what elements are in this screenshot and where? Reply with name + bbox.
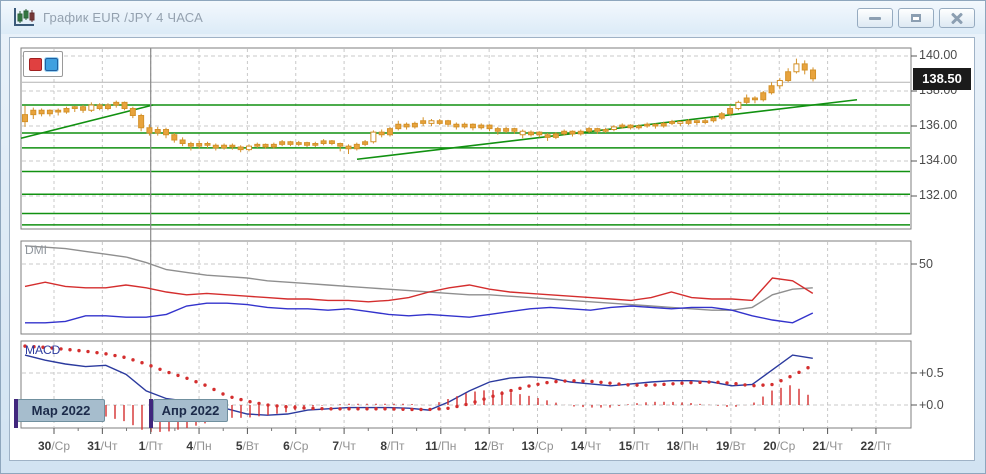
x-axis-label: 5/Вт xyxy=(236,439,259,453)
x-axis-label: 15/Пт xyxy=(619,439,650,453)
current-price-badge: 138.50 xyxy=(913,68,971,90)
x-axis-label: 11/Пн xyxy=(425,439,456,453)
x-axis-label: 4/Пн xyxy=(186,439,211,453)
x-axis-label: 20/Ср xyxy=(763,439,795,453)
restore-icon xyxy=(911,14,921,22)
x-axis-label: 18/Пн xyxy=(667,439,699,453)
x-axis-label: 8/Пт xyxy=(380,439,404,453)
chart-content xyxy=(9,37,975,461)
macd-scale-zero: +0.0 xyxy=(919,398,944,412)
x-axis-label: 1/Пт xyxy=(139,439,163,453)
dmi-indicator-label: DMI xyxy=(25,243,47,257)
x-axis-label: 7/Чт xyxy=(332,439,356,453)
x-axis-label: 31/Чт xyxy=(87,439,117,453)
macd-indicator-label: MACD xyxy=(25,343,60,357)
window-title: График EUR /JPY 4 ЧАСА xyxy=(43,10,203,25)
price-tick-label: 134.00 xyxy=(919,153,957,167)
x-axis-label: 13/Ср xyxy=(521,439,553,453)
price-tick-label: 132.00 xyxy=(919,188,957,202)
month-start-marker xyxy=(149,399,153,428)
x-axis-label: 22/Пт xyxy=(861,439,892,453)
x-axis-label: 6/Ср xyxy=(283,439,308,453)
restore-button[interactable] xyxy=(898,8,934,28)
title-bar[interactable]: График EUR /JPY 4 ЧАСА xyxy=(1,1,985,34)
dmi-scale-label: 50 xyxy=(919,257,933,271)
month-label: Мар 2022 xyxy=(17,399,105,422)
close-button[interactable] xyxy=(939,8,975,28)
x-axis-label: 12/Вт xyxy=(474,439,504,453)
price-tick-label: 140.00 xyxy=(919,48,957,62)
chart-icon xyxy=(11,7,37,29)
x-axis-label: 19/Вт xyxy=(716,439,746,453)
window-controls xyxy=(857,8,975,28)
red-marker-button[interactable] xyxy=(29,58,42,71)
x-axis-label: 14/Чт xyxy=(571,439,601,453)
blue-marker-button[interactable] xyxy=(45,58,58,71)
x-axis-label: 21/Чт xyxy=(813,439,843,453)
macd-scale-upper: +0.5 xyxy=(919,366,944,380)
x-axis-label: 30/Ср xyxy=(38,439,70,453)
chart-object-toolbar xyxy=(23,51,63,77)
month-start-marker xyxy=(14,399,18,428)
minimize-icon xyxy=(869,17,881,20)
month-label: Апр 2022 xyxy=(153,399,228,422)
price-tick-label: 136.00 xyxy=(919,118,957,132)
chart-window: График EUR /JPY 4 ЧАСА DMI MACD 140.00 13… xyxy=(0,0,986,474)
minimize-button[interactable] xyxy=(857,8,893,28)
